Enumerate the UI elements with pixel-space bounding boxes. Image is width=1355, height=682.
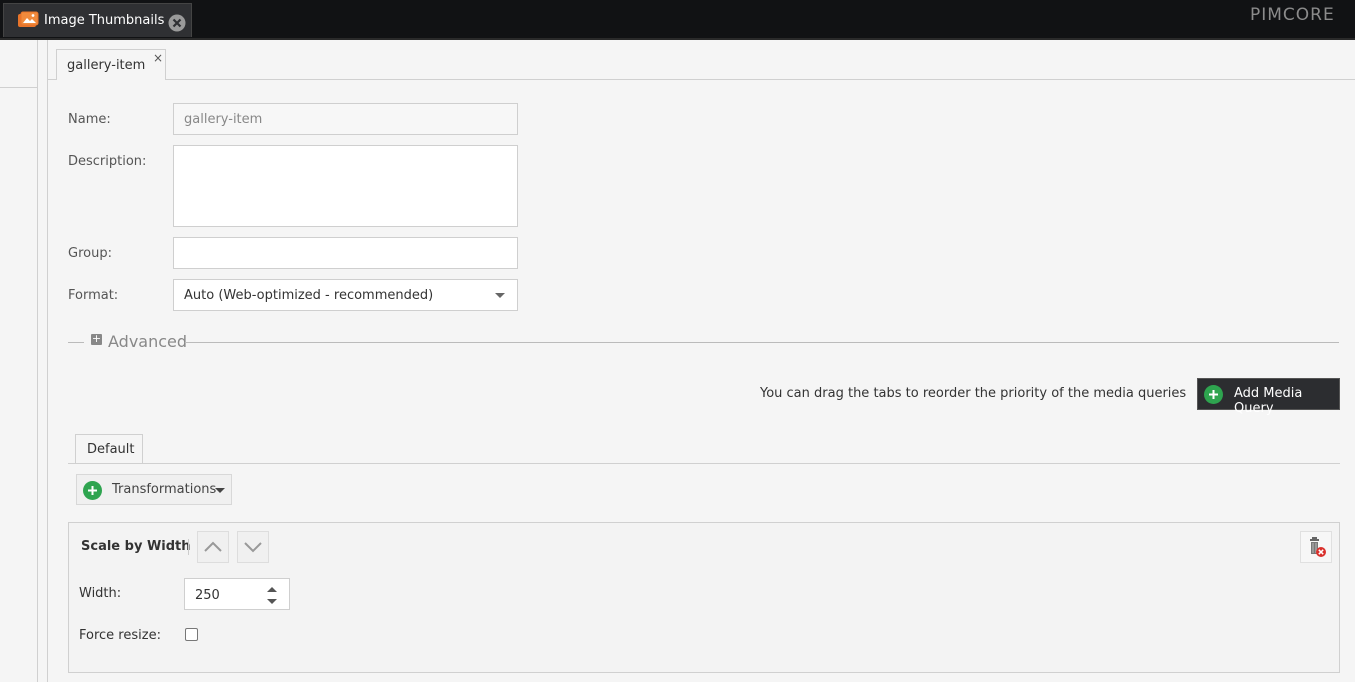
description-field[interactable] [173,145,518,227]
delete-transformation-button[interactable] [1300,531,1332,563]
expand-icon[interactable]: + [91,333,102,345]
transformations-button[interactable]: Transformations [76,474,232,505]
chevron-down-icon [215,488,225,493]
thumbnail-editor: gallery-item × Name: gallery-item Descri… [48,40,1355,682]
close-icon[interactable] [168,14,186,32]
chevron-up-icon [204,541,222,552]
title-separator [188,539,189,555]
description-label: Description: [68,154,147,169]
name-label: Name: [68,112,111,127]
chevron-down-icon[interactable] [495,293,505,298]
transformations-label: Transformations [112,482,217,497]
force-resize-checkbox[interactable] [185,628,198,641]
editor-tabstrip-line [48,79,1355,80]
force-resize-label: Force resize: [79,628,161,643]
top-bar: Image Thumbnails PIMCORE [0,0,1355,40]
spin-up-icon[interactable] [267,587,277,592]
name-value: gallery-item [184,112,263,127]
sidebar-divider [0,87,37,88]
tab-default-label: Default [87,442,135,457]
spin-down-icon[interactable] [267,599,277,604]
format-label: Format: [68,288,119,303]
plus-circle-icon [83,481,102,500]
tab-image-thumbnails[interactable]: Image Thumbnails [3,3,192,37]
width-label: Width: [79,586,122,601]
tab-gallery-item[interactable]: gallery-item × [56,49,166,80]
image-thumbnails-icon [17,11,39,29]
plus-circle-icon [1204,385,1223,404]
advanced-line-right [185,342,1339,343]
tab-gallery-item-label: gallery-item [67,58,146,73]
trash-delete-icon [1310,537,1326,557]
group-label: Group: [68,246,112,261]
media-query-hint: You can drag the tabs to reorder the pri… [760,386,1187,401]
move-up-button[interactable] [197,531,229,563]
add-media-query-button[interactable]: Add Media Query [1197,378,1340,416]
close-icon[interactable]: × [153,51,163,65]
tab-default[interactable]: Default [75,434,143,464]
format-select[interactable]: Auto (Web-optimized - recommended) [173,279,518,311]
width-value: 250 [195,588,220,603]
media-tabstrip-line [68,463,1340,464]
add-media-query-label: Add Media Query [1234,386,1303,416]
tab-label: Image Thumbnails [44,13,165,28]
format-value: Auto (Web-optimized - recommended) [184,288,434,303]
transformation-panel: Scale by Width Width: 250 Force resize: [68,522,1340,673]
advanced-legend[interactable]: Advanced [108,332,187,351]
pimcore-logo: PIMCORE [1250,5,1335,25]
transformation-title: Scale by Width [81,539,191,554]
sidebar-splitter[interactable] [38,40,48,682]
group-field[interactable] [173,237,518,269]
left-sidebar [0,40,38,682]
width-spinner[interactable]: 250 [184,578,290,610]
chevron-down-icon [244,542,262,553]
move-down-button[interactable] [237,531,269,563]
name-field[interactable]: gallery-item [173,103,518,135]
advanced-line-left [68,342,84,343]
